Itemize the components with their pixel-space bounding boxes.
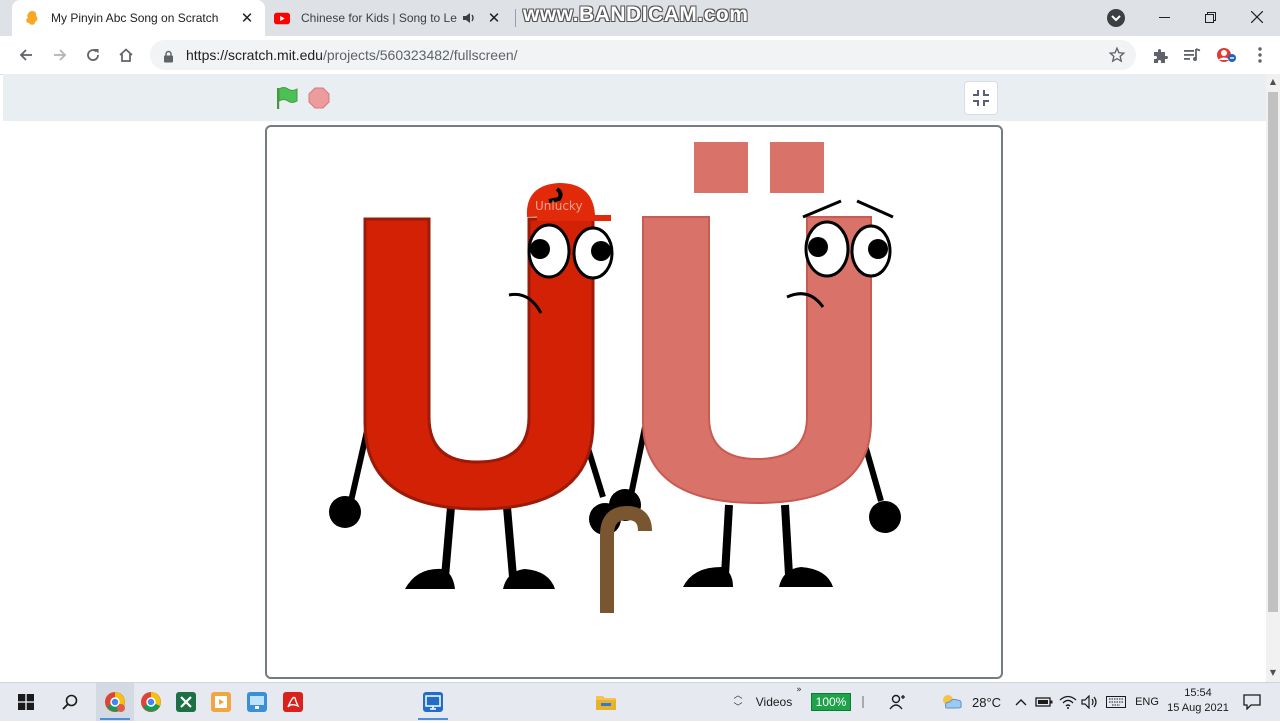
back-icon[interactable]: [12, 41, 40, 69]
url-text: https://scratch.mit.edu/projects/5603234…: [186, 47, 518, 63]
widget-scroll-icon[interactable]: ︿ ﹀: [730, 683, 746, 721]
taskbar-chrome-profile-icon[interactable]: [96, 683, 134, 721]
widget-videos-label[interactable]: Videos: [752, 683, 796, 721]
tab-search-icon[interactable]: [1107, 9, 1125, 27]
stop-sign-icon[interactable]: [308, 87, 330, 113]
home-icon[interactable]: [112, 41, 140, 69]
profile-avatar-icon[interactable]: [1212, 41, 1240, 69]
left-u-legs: [405, 506, 555, 589]
volume-icon[interactable]: [1080, 683, 1100, 721]
cap-text: Unlucky: [535, 199, 583, 213]
notifications-icon[interactable]: [1238, 683, 1266, 721]
tab-title: Chinese for Kids | Song to Le: [301, 11, 457, 25]
taskbar-chrome-icon[interactable]: [134, 683, 168, 721]
scratch-stage[interactable]: Unlucky: [265, 125, 1003, 679]
browser-toolbar: https://scratch.mit.edu/projects/5603234…: [0, 36, 1280, 75]
tab-close-icon[interactable]: ✕: [486, 10, 502, 26]
tab-close-icon[interactable]: ✕: [239, 10, 255, 26]
taskbar-excel-icon[interactable]: [168, 683, 204, 721]
taskbar-remote-desktop-icon[interactable]: [414, 683, 452, 721]
tab-scratch[interactable]: My Pinyin Abc Song on Scratch ✕: [12, 0, 265, 36]
taskbar-acrobat-icon[interactable]: [276, 683, 310, 721]
weather-widget[interactable]: 28°C: [940, 683, 1010, 721]
start-windows-icon[interactable]: [8, 683, 44, 721]
umlaut-dot-right: [770, 142, 824, 193]
tab-title: My Pinyin Abc Song on Scratch: [51, 11, 219, 25]
taskbar-display-icon[interactable]: [240, 683, 274, 721]
show-hidden-icons-chevron-icon[interactable]: [1012, 683, 1030, 721]
forward-icon[interactable]: [46, 41, 74, 69]
tab-strip: My Pinyin Abc Song on Scratch ✕ Chinese …: [0, 0, 1280, 36]
browser-menu-icon[interactable]: [1246, 41, 1274, 69]
taskbar-media-icon[interactable]: [204, 683, 238, 721]
battery-icon[interactable]: [1034, 683, 1054, 721]
reload-icon[interactable]: [79, 41, 107, 69]
scroll-down-icon[interactable]: ▼: [1269, 668, 1277, 677]
close-window-icon[interactable]: [1234, 0, 1280, 34]
tab-youtube[interactable]: Chinese for Kids | Song to Le ✕: [268, 0, 512, 36]
wifi-icon[interactable]: [1058, 683, 1078, 721]
bookmark-star-icon[interactable]: [1108, 46, 1126, 68]
stage-artwork: Unlucky: [329, 142, 901, 613]
green-flag-icon[interactable]: [273, 85, 299, 115]
address-bar[interactable]: https://scratch.mit.edu/projects/5603234…: [150, 40, 1136, 70]
weather-cloud-icon: [943, 695, 962, 709]
media-control-icon[interactable]: [1178, 41, 1206, 69]
minimize-icon[interactable]: [1141, 0, 1187, 34]
clock-time: 15:54: [1184, 687, 1212, 699]
right-u-legs: [683, 504, 833, 587]
speaker-icon[interactable]: [462, 9, 478, 28]
umlaut-dot-left: [694, 142, 748, 193]
widget-percent-badge[interactable]: 100%: [808, 683, 854, 721]
youtube-favicon-icon: [274, 10, 290, 26]
keyboard-icon[interactable]: [1104, 683, 1128, 721]
search-icon[interactable]: [52, 683, 88, 721]
widget-expand-icon[interactable]: »: [794, 683, 804, 723]
lock-icon[interactable]: [163, 48, 174, 67]
people-icon[interactable]: [884, 683, 912, 721]
scratch-controls-bar: [3, 74, 1266, 121]
recorder-watermark: www.BANDICAM.com: [523, 3, 749, 26]
taskbar-file-explorer-icon[interactable]: [588, 683, 624, 721]
walking-cane: [600, 505, 652, 613]
red-cap: Unlucky: [526, 183, 611, 221]
restore-icon[interactable]: [1187, 0, 1233, 34]
scrollbar-thumb[interactable]: [1268, 92, 1278, 612]
clock-date: 15 Aug 2021: [1167, 702, 1229, 714]
language-indicator[interactable]: ENG: [1134, 683, 1160, 721]
exit-fullscreen-button[interactable]: [964, 81, 998, 115]
windows-taskbar: ︿ ﹀ Videos » 100% 28°C ENG 15:54 15 Aug 2…: [0, 682, 1280, 721]
scroll-up-icon[interactable]: ▲: [1269, 77, 1277, 86]
widget-bar-icon: [856, 683, 870, 721]
taskbar-clock[interactable]: 15:54 15 Aug 2021: [1163, 686, 1233, 716]
collapse-icon: [973, 90, 989, 106]
tab-divider: [515, 9, 516, 27]
extensions-puzzle-icon[interactable]: [1146, 41, 1174, 69]
scratch-favicon-icon: [24, 10, 40, 26]
